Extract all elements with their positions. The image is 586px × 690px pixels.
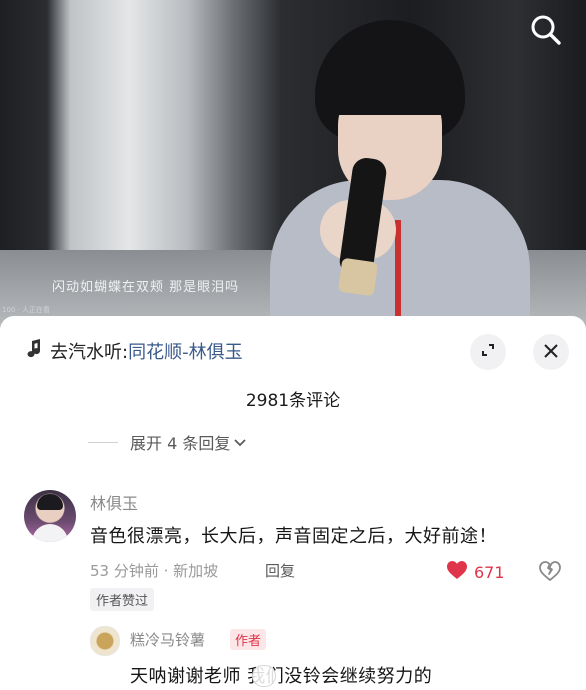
music-source-row[interactable]: 去汽水听: 同花顺-林俱玉: [26, 338, 243, 364]
minimize-button[interactable]: [470, 334, 506, 370]
minimize-icon: [480, 342, 496, 362]
reply-button[interactable]: 回复: [265, 560, 295, 581]
expand-divider: [88, 441, 118, 443]
close-icon: [544, 343, 558, 362]
video-lyric: 闪动如蝴蝶在双颊 那是眼泪吗: [52, 280, 240, 295]
weibo-watermark-icon: [252, 665, 276, 687]
chevron-down-icon: [234, 433, 246, 452]
comment-meta: 53 分钟前 · 新加坡: [90, 562, 219, 580]
avatar[interactable]: [24, 490, 76, 542]
music-note-icon: [26, 339, 44, 363]
like-count: 671: [474, 562, 505, 582]
like-button[interactable]: 671: [446, 560, 505, 584]
heart-icon: [446, 560, 468, 584]
comment-author[interactable]: 林俱玉: [90, 490, 138, 514]
comment-text: 音色很漂亮，长大后，声音固定之后，大好前途！: [90, 526, 497, 547]
expand-replies-label: 展开 4 条回复: [130, 434, 231, 453]
music-link[interactable]: 同花顺-林俱玉: [128, 338, 243, 364]
comment-sheet: 去汽水听: 同花顺-林俱玉 2981条评论 展开 4 条回复 林俱玉 音色很漂亮…: [0, 316, 586, 690]
video-singer: [250, 20, 550, 330]
broken-heart-icon[interactable]: [538, 560, 562, 582]
close-button[interactable]: [533, 334, 569, 370]
author-liked-badge: 作者赞过: [90, 588, 155, 611]
video-viewer-watermark: 100 · 人正在看: [2, 306, 51, 314]
video-player[interactable]: 闪动如蝴蝶在双颊 那是眼泪吗 100 · 人正在看: [0, 0, 586, 330]
expand-replies-button[interactable]: 展开 4 条回复: [88, 430, 246, 454]
music-prefix: 去汽水听:: [50, 342, 129, 363]
sub-comment-text: 天呐谢谢老师 我们没铃会继续努力的: [130, 666, 433, 687]
author-tag: 作者: [230, 629, 267, 650]
sub-comment-avatar[interactable]: [90, 626, 120, 656]
sub-comment-author[interactable]: 糕冷马铃薯: [130, 629, 205, 650]
search-icon[interactable]: [528, 12, 564, 48]
comment-count: 2981条评论: [245, 391, 341, 411]
